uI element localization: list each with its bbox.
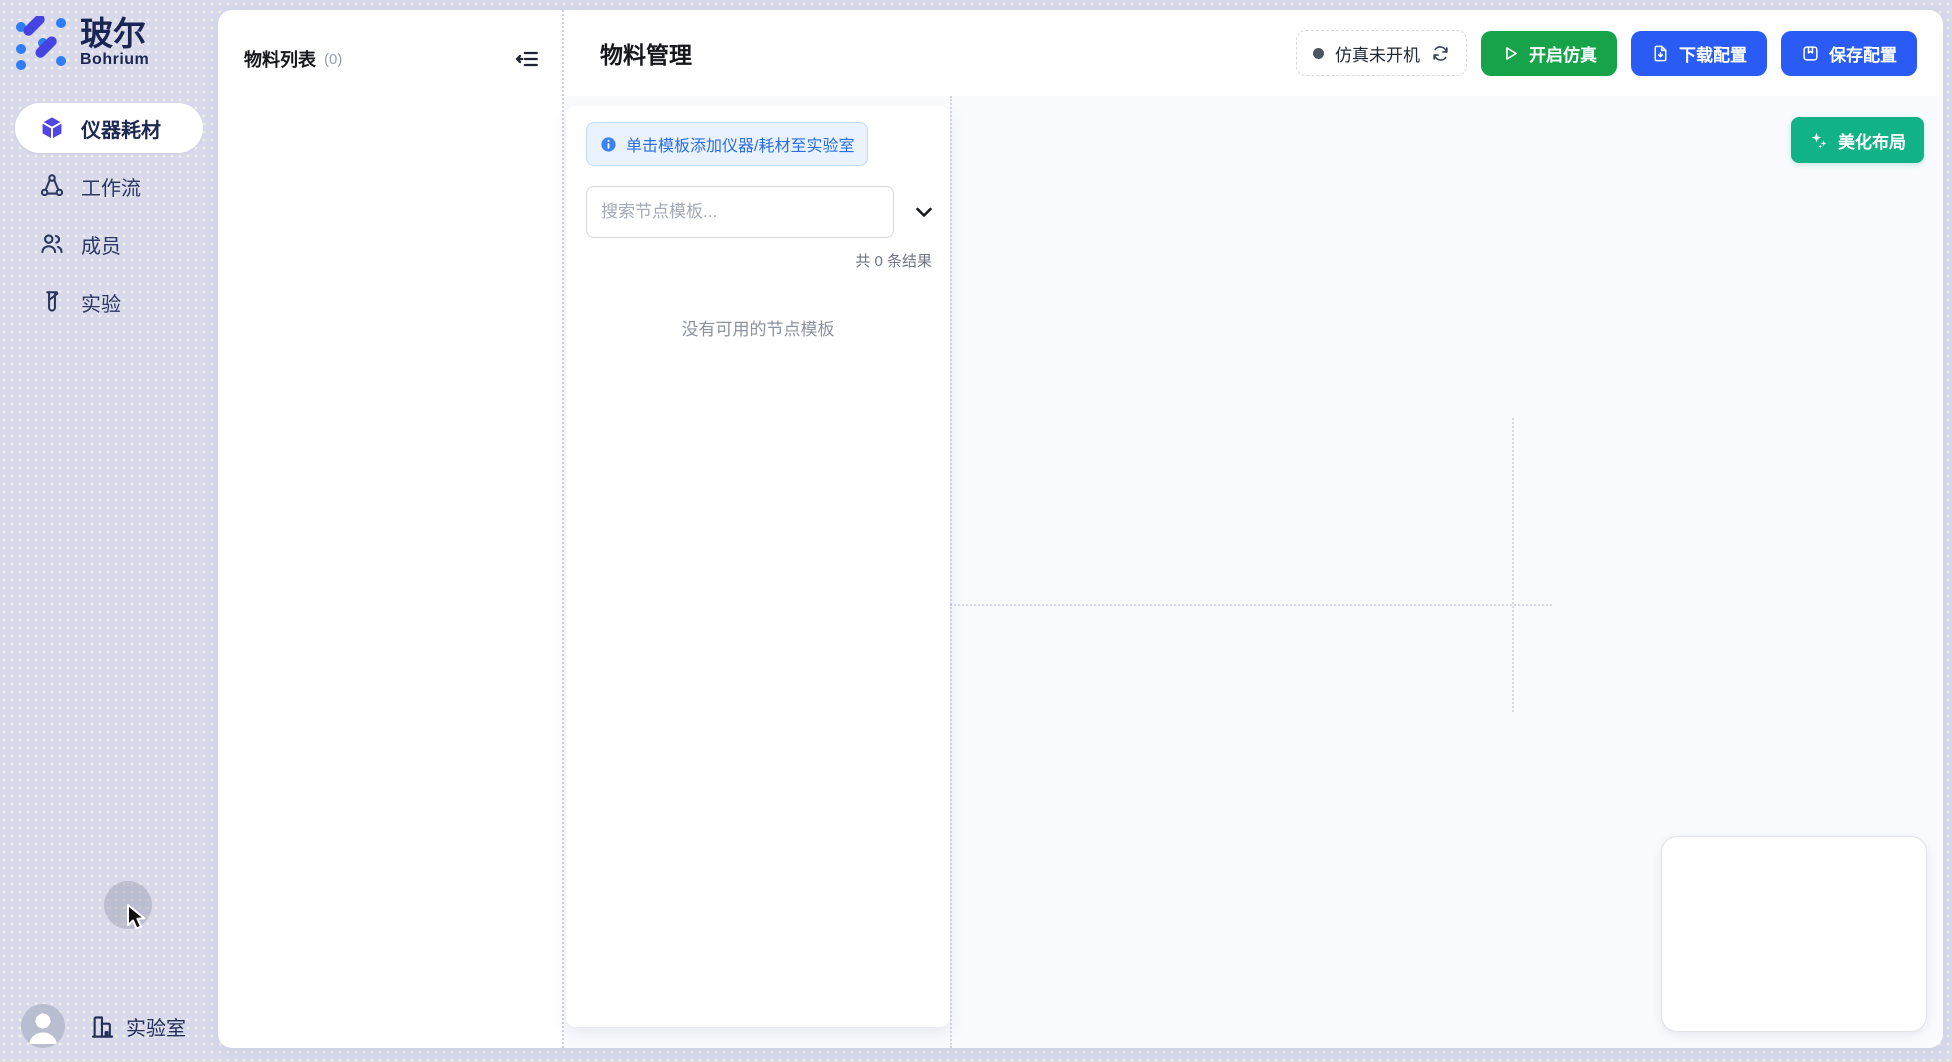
beautify-layout-button[interactable]: 美化布局: [1791, 117, 1924, 163]
node-template-panel: 单击模板添加仪器/耗材至实验室 共 0 条结果 没有可用的节点模板: [566, 106, 950, 1027]
empty-message: 没有可用的节点模板: [566, 315, 950, 340]
canvas-guide-line-horizontal: [950, 604, 1552, 606]
sidebar-item-label: 仪器耗材: [81, 114, 161, 143]
canvas-guide-line-vertical: [950, 96, 952, 1048]
main-header: 物料管理 仿真未开机 开启仿真: [564, 10, 1943, 98]
header-actions: 仿真未开机 开启仿真: [1296, 30, 1917, 76]
search-input[interactable]: [586, 186, 894, 238]
file-download-icon: [1651, 44, 1670, 63]
sidebar-item-instruments[interactable]: 仪器耗材: [15, 103, 203, 153]
main-area: 物料管理 仿真未开机 开启仿真: [564, 10, 1943, 1048]
members-icon: [39, 231, 65, 257]
cursor-arrow-icon: [124, 903, 150, 933]
cube-icon: [39, 115, 65, 141]
brand-logo: 玻尔 Bohrium: [0, 0, 218, 70]
sidebar-item-experiments[interactable]: 实验: [15, 277, 203, 327]
start-simulation-button[interactable]: 开启仿真: [1481, 31, 1617, 76]
sidebar-item-label: 成员: [81, 230, 121, 259]
start-simulation-label: 开启仿真: [1529, 41, 1597, 66]
sidebar-item-label: 工作流: [81, 172, 141, 201]
sparkles-icon: [1809, 130, 1829, 150]
download-config-label: 下载配置: [1679, 41, 1747, 66]
result-count: 共 0 条结果: [566, 250, 932, 271]
save-icon: [1801, 44, 1820, 63]
bohrium-logo-icon: [14, 16, 68, 70]
page-title: 物料管理: [600, 36, 692, 70]
sidebar-bottom: 实验室: [0, 996, 218, 1056]
simulation-status-pill[interactable]: 仿真未开机: [1296, 30, 1467, 76]
download-config-button[interactable]: 下载配置: [1631, 31, 1767, 76]
play-icon: [1501, 44, 1520, 63]
person-icon: [21, 1004, 65, 1048]
lab-entry[interactable]: 实验室: [89, 1012, 186, 1041]
status-dot-icon: [1313, 48, 1324, 59]
hint-text: 单击模板添加仪器/耗材至实验室: [626, 132, 854, 156]
sidebar-item-workflow[interactable]: 工作流: [15, 161, 203, 211]
minimap[interactable]: [1661, 836, 1927, 1032]
save-config-button[interactable]: 保存配置: [1781, 31, 1917, 76]
material-list-header: 物料列表 (0): [218, 10, 562, 72]
test-tube-icon: [39, 289, 65, 315]
save-config-label: 保存配置: [1829, 41, 1897, 66]
content-card: 物料列表 (0) 物料管理 仿真未开机: [218, 10, 1943, 1048]
flow-canvas[interactable]: 单击模板添加仪器/耗材至实验室 共 0 条结果 没有可用的节点模板: [564, 96, 1943, 1048]
chevron-down-icon[interactable]: [912, 200, 936, 224]
sidebar: 玻尔 Bohrium 仪器耗材 工作流: [0, 0, 218, 1062]
material-list-count: (0): [324, 51, 342, 68]
click-halo: [104, 881, 152, 929]
material-list-panel: 物料列表 (0): [218, 10, 562, 1048]
search-row: [586, 186, 936, 238]
simulation-status-label: 仿真未开机: [1335, 41, 1420, 66]
sidebar-item-label: 实验: [81, 288, 121, 317]
workflow-icon: [39, 173, 65, 199]
user-avatar[interactable]: [21, 1004, 65, 1048]
mouse-cursor: [104, 881, 174, 951]
sidebar-nav: 仪器耗材 工作流 成员: [0, 103, 218, 327]
hint-banner: 单击模板添加仪器/耗材至实验室: [586, 122, 868, 166]
beautify-layout-label: 美化布局: [1838, 128, 1906, 153]
lab-building-icon: [89, 1013, 116, 1040]
brand-name-zh: 玻尔: [80, 17, 149, 52]
refresh-icon[interactable]: [1431, 44, 1450, 63]
canvas-guide-line-vertical: [1512, 418, 1514, 712]
material-list-title: 物料列表: [244, 46, 316, 72]
info-icon: [600, 136, 617, 153]
brand-name-en: Bohrium: [80, 51, 149, 69]
lab-entry-label: 实验室: [126, 1012, 186, 1041]
sidebar-item-members[interactable]: 成员: [15, 219, 203, 269]
collapse-panel-icon[interactable]: [514, 46, 540, 72]
